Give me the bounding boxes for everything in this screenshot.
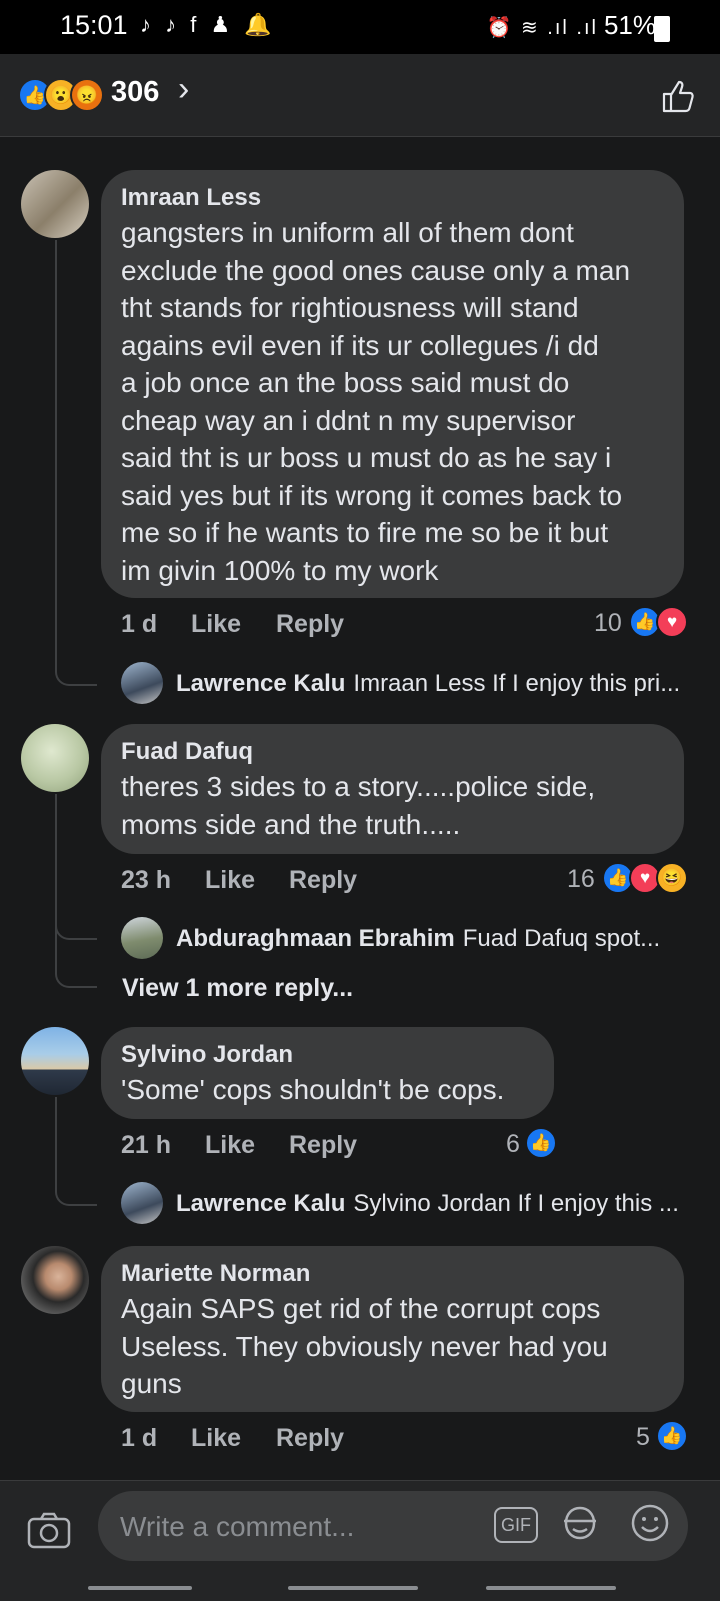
reply-preview[interactable]: Abduraghmaan Ebrahim Fuad Dafuq spot... — [176, 925, 660, 953]
status-time: 15:01 — [60, 10, 128, 40]
reply-preview[interactable]: Lawrence Kalu Sylvino Jordan If I enjoy t… — [176, 1190, 679, 1218]
thread-branch — [55, 954, 97, 988]
reaction-count[interactable]: 306 — [111, 76, 159, 109]
like-link[interactable]: Like — [205, 866, 255, 895]
thread-branch — [55, 650, 97, 686]
reactions-header: 👍 😮 😠 306 › — [0, 54, 720, 137]
like-icon: 👍 — [656, 1420, 688, 1452]
status-right: ⏰ ≋ .ıl .ıl 51% — [487, 10, 657, 41]
reaction-count[interactable]: 5 — [636, 1423, 650, 1452]
reply-snippet: Imraan Less If I enjoy this pri... — [353, 670, 681, 697]
like-icon: 👍 — [525, 1127, 557, 1159]
battery-percent: 51% — [603, 10, 656, 40]
comment-time: 1 d — [121, 610, 158, 638]
like-link[interactable]: Like — [191, 610, 241, 639]
love-icon: ♥ — [656, 606, 688, 638]
avatar[interactable] — [21, 1246, 89, 1314]
status-bar: 15:01 ♪ ♪ f ♟ 🔔 ⏰ ≋ .ıl .ıl 51% — [0, 0, 720, 54]
system-nav-bar — [0, 1582, 720, 1600]
signal-icons: ⏰ ≋ .ıl .ıl — [486, 17, 598, 39]
comment-input[interactable]: Write a comment... GIF — [98, 1491, 688, 1561]
avatar[interactable] — [121, 917, 163, 959]
notification-icons: ♪ ♪ f ♟ 🔔 — [140, 12, 276, 37]
chevron-right-icon[interactable]: › — [178, 70, 189, 109]
reply-snippet: Sylvino Jordan If I enjoy this ... — [353, 1190, 679, 1217]
gif-button[interactable]: GIF — [494, 1507, 538, 1543]
comment-bubble[interactable]: Imraan Less gangsters in uniform all of … — [101, 170, 684, 598]
thread-branch — [55, 904, 97, 940]
like-link[interactable]: Like — [191, 1424, 241, 1453]
emoji-icon[interactable] — [630, 1503, 670, 1543]
comment-input-placeholder: Write a comment... — [120, 1511, 355, 1542]
view-more-replies-link[interactable]: View 1 more reply... — [122, 974, 353, 1003]
reply-preview[interactable]: Lawrence Kalu Imraan Less If I enjoy this… — [176, 670, 680, 698]
camera-icon[interactable] — [27, 1511, 71, 1549]
reply-snippet: Fuad Dafuq spot... — [462, 925, 661, 952]
comment-text: Again SAPS get rid of the corrupt cops U… — [121, 1293, 608, 1399]
avatar[interactable] — [21, 724, 89, 792]
comment-time: 21 h — [121, 1131, 172, 1159]
comment-bubble[interactable]: Sylvino Jordan 'Some' cops shouldn't be … — [101, 1027, 554, 1119]
nav-back[interactable] — [486, 1586, 616, 1590]
angry-icon: 😠 — [70, 78, 104, 112]
haha-icon: 😆 — [656, 862, 688, 894]
comment-text: theres 3 sides to a story.....police sid… — [121, 771, 596, 840]
like-link[interactable]: Like — [205, 1131, 255, 1160]
comment-bubble[interactable]: Mariette Norman Again SAPS get rid of th… — [101, 1246, 684, 1412]
thread-line — [55, 1097, 57, 1177]
avatar[interactable] — [21, 170, 89, 238]
reaction-count[interactable]: 6 — [506, 1130, 520, 1159]
comment-author[interactable]: Sylvino Jordan — [121, 1041, 293, 1069]
reaction-count[interactable]: 10 — [594, 609, 622, 638]
nav-home[interactable] — [288, 1586, 418, 1590]
reply-author[interactable]: Lawrence Kalu — [176, 670, 345, 697]
thread-branch — [55, 1170, 97, 1206]
comment-author[interactable]: Imraan Less — [121, 184, 261, 212]
nav-recents[interactable] — [88, 1586, 192, 1590]
thread-line — [55, 240, 57, 658]
comment-time: 23 h — [121, 866, 172, 894]
reaction-count[interactable]: 16 — [567, 865, 595, 894]
comment-bubble[interactable]: Fuad Dafuq theres 3 sides to a story....… — [101, 724, 684, 854]
thread-line — [55, 794, 57, 974]
comment-text: gangsters in uniform all of them dont ex… — [121, 217, 631, 586]
comment-text: 'Some' cops shouldn't be cops. — [121, 1074, 505, 1105]
comment-author[interactable]: Mariette Norman — [121, 1260, 310, 1288]
reply-author[interactable]: Lawrence Kalu — [176, 1190, 345, 1217]
reply-link[interactable]: Reply — [289, 1131, 357, 1160]
reply-link[interactable]: Reply — [276, 1424, 344, 1453]
reply-link[interactable]: Reply — [276, 610, 344, 639]
like-button[interactable] — [660, 78, 696, 114]
comment-author[interactable]: Fuad Dafuq — [121, 738, 253, 766]
reply-author[interactable]: Abduraghmaan Ebrahim — [176, 925, 455, 952]
avatar[interactable] — [121, 662, 163, 704]
battery-icon — [654, 16, 670, 42]
comment-time: 1 d — [121, 1424, 158, 1452]
avatar[interactable] — [121, 1182, 163, 1224]
sticker-icon[interactable] — [560, 1503, 600, 1543]
reply-link[interactable]: Reply — [289, 866, 357, 895]
avatar[interactable] — [21, 1027, 89, 1095]
